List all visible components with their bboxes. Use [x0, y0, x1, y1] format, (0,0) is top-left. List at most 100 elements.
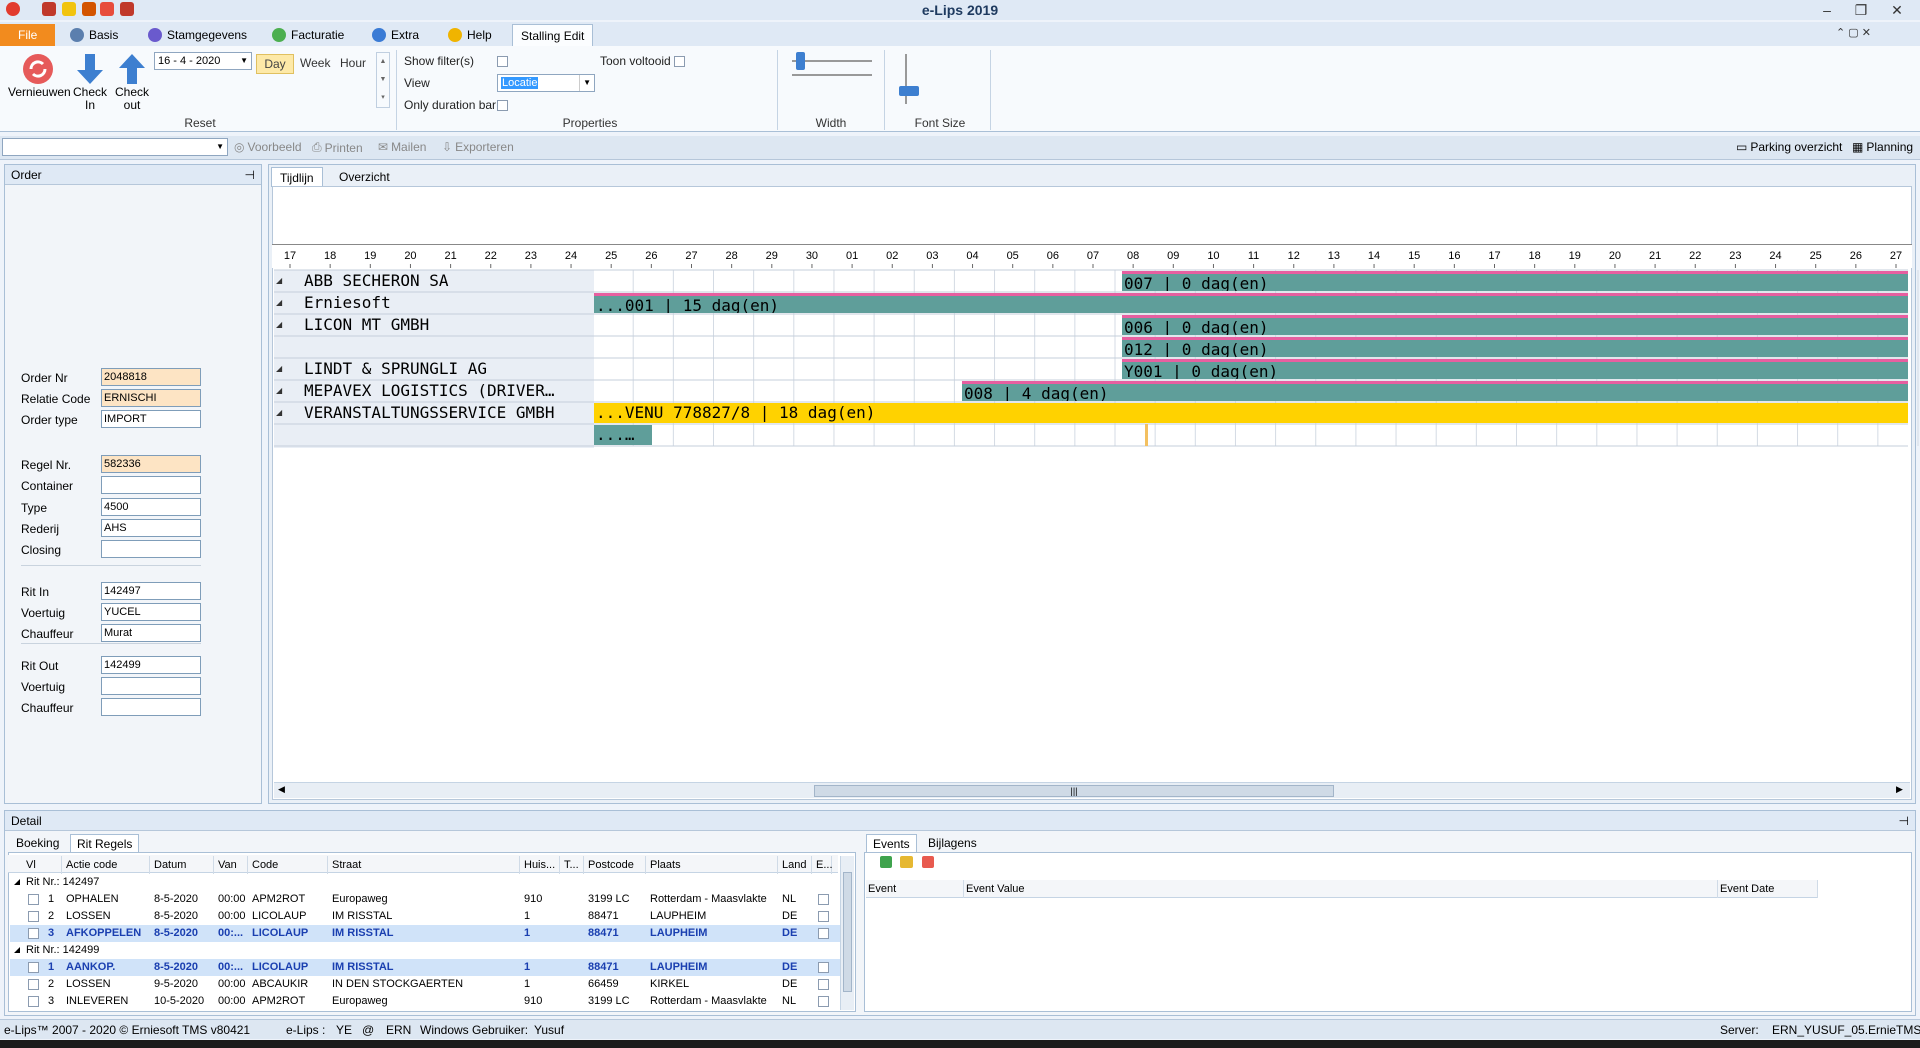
row-label: MEPAVEX LOGISTICS (DRIVER…	[304, 381, 555, 400]
timescale-tick: 19	[1568, 250, 1581, 262]
timescale-tick: 10	[1207, 250, 1220, 262]
tab-rit-regels[interactable]: Rit Regels	[70, 834, 140, 852]
row-checkbox[interactable]	[28, 962, 39, 973]
expand-toggle-icon[interactable]: ◢	[276, 386, 282, 395]
tab-boeking[interactable]: Boeking	[10, 834, 65, 852]
timescale-tick: 24	[1769, 250, 1782, 262]
timescale-tick: 25	[605, 250, 618, 262]
group-expand-icon[interactable]: ◢	[14, 874, 20, 890]
timescale-tick: 05	[1006, 250, 1019, 262]
gantt-bar[interactable]: ...VENU 778827/8 | 18 dag(en)	[594, 403, 1908, 423]
grid-vscroll[interactable]	[840, 856, 854, 1010]
grid-col-8[interactable]: Postcode	[586, 856, 646, 874]
gantt-scrollbar[interactable]: ||| ◀ ▶	[274, 782, 1910, 798]
grid-cell: 1	[524, 961, 531, 973]
expand-toggle-icon[interactable]: ◢	[276, 408, 282, 417]
grid-cell: AANKOP.	[66, 961, 116, 973]
grid-cell: 8-5-2020	[154, 927, 199, 939]
gantt-bar[interactable]: 007 | 0 dag(en)	[1122, 271, 1908, 291]
grid-cell: 88471	[588, 927, 619, 939]
gantt-bar[interactable]: 012 | 0 dag(en)	[1122, 337, 1908, 357]
row-e-checkbox[interactable]	[818, 996, 829, 1007]
timescale-tick: 30	[805, 250, 819, 262]
add-event-icon[interactable]	[880, 856, 892, 868]
gantt-bar[interactable]: 008 | 4 dag(en)	[962, 381, 1908, 401]
row-e-checkbox[interactable]	[818, 979, 829, 990]
row-e-checkbox[interactable]	[818, 928, 829, 939]
timescale-tick: 28	[725, 250, 738, 262]
timescale-tick: 29	[765, 250, 778, 262]
delete-event-icon[interactable]	[922, 856, 934, 868]
grid-col-4[interactable]: Code	[250, 856, 328, 874]
grid-col-10[interactable]: Land	[780, 856, 812, 874]
grid-vscroll-thumb[interactable]	[843, 872, 852, 992]
events-col-event[interactable]: Event	[866, 880, 964, 898]
gantt-bar[interactable]: ...001 | 15 dag(en)	[594, 293, 1908, 313]
row-e-checkbox[interactable]	[818, 911, 829, 922]
grid-col-9[interactable]: Plaats	[648, 856, 778, 874]
grid-cell	[564, 993, 584, 1009]
grid-cell: LOSSEN	[66, 978, 111, 990]
grid-cell: 910	[524, 893, 543, 905]
row-checkbox[interactable]	[28, 979, 39, 990]
grid-col-1[interactable]: Actie code	[64, 856, 150, 874]
group-expand-icon[interactable]: ◢	[14, 942, 20, 958]
open-folder-icon[interactable]	[900, 856, 913, 868]
events-col-value[interactable]: Event Value	[964, 880, 1718, 898]
expand-toggle-icon[interactable]: ◢	[276, 276, 282, 285]
row-checkbox[interactable]	[28, 894, 39, 905]
row-e-checkbox[interactable]	[818, 894, 829, 905]
timescale-tick: 21	[444, 250, 457, 262]
grid-col-0[interactable]: Vl	[24, 856, 62, 874]
timescale-tick: 27	[1889, 250, 1903, 262]
timescale-tick: 18	[1528, 250, 1541, 262]
row-checkbox[interactable]	[28, 996, 39, 1007]
grid-col-3[interactable]: Van	[216, 856, 248, 874]
gantt-bar[interactable]: 006 | 0 dag(en)	[1122, 315, 1908, 335]
grid-col-7[interactable]: T...	[562, 856, 584, 874]
grid-cell: IM RISSTAL	[332, 910, 393, 922]
grid-cell: LOSSEN	[66, 910, 111, 922]
expand-toggle-icon[interactable]: ◢	[276, 298, 282, 307]
grid-cell: 1	[524, 927, 531, 939]
expand-toggle-icon[interactable]: ◢	[276, 364, 282, 373]
grid-cell: 8-5-2020	[154, 961, 199, 973]
ern-label: ERN	[386, 1023, 412, 1037]
grid-col-2[interactable]: Datum	[152, 856, 214, 874]
timescale-tick: 23	[524, 250, 538, 262]
group-header: Rit Nr.: 142497	[26, 876, 100, 888]
grid-cell: IN DEN STOCKGAERTEN	[332, 978, 464, 990]
grid-col-6[interactable]: Huis...	[522, 856, 560, 874]
grid-col-5[interactable]: Straat	[330, 856, 520, 874]
scrollbar-thumb[interactable]: |||	[814, 785, 1334, 797]
detail-header: Detail ⊣	[5, 811, 1915, 831]
row-checkbox[interactable]	[28, 911, 39, 922]
row-checkbox[interactable]	[28, 928, 39, 939]
timescale-tick: 25	[1809, 250, 1822, 262]
scroll-right-icon[interactable]: ▶	[1896, 784, 1903, 795]
expand-toggle-icon[interactable]: ◢	[276, 320, 282, 329]
timescale-tick: 26	[645, 250, 658, 262]
grid-cell: LAUPHEIM	[650, 910, 707, 922]
timescale-tick: 07	[1086, 250, 1100, 262]
gantt-bar[interactable]: ...…	[594, 425, 652, 445]
grid-cell: 9-5-2020	[154, 978, 199, 990]
tab-events[interactable]: Events	[866, 834, 917, 852]
gantt-bar[interactable]: Y001 | 0 dag(en)	[1122, 359, 1908, 379]
pin-icon[interactable]: ⊣	[1899, 811, 1915, 831]
taskbar	[0, 1040, 1920, 1048]
grid-cell: 88471	[588, 961, 619, 973]
row-e-checkbox[interactable]	[818, 962, 829, 973]
grid-cell: 3199 LC	[588, 995, 630, 1007]
tab-bijlagens[interactable]: Bijlagens	[922, 834, 983, 852]
grid-cell: 8-5-2020	[154, 893, 199, 905]
grid-col-11[interactable]: E...	[814, 856, 833, 874]
scroll-left-icon[interactable]: ◀	[278, 784, 285, 795]
grid-cell	[564, 891, 584, 907]
events-col-date[interactable]: Event Date	[1718, 880, 1818, 898]
grid-cell: DE	[782, 927, 798, 939]
timescale-tick: 16	[1448, 250, 1461, 262]
grid-cell: INLEVEREN	[66, 995, 129, 1007]
grid-cell: APM2ROT	[252, 995, 306, 1007]
grid-cell	[564, 959, 584, 975]
